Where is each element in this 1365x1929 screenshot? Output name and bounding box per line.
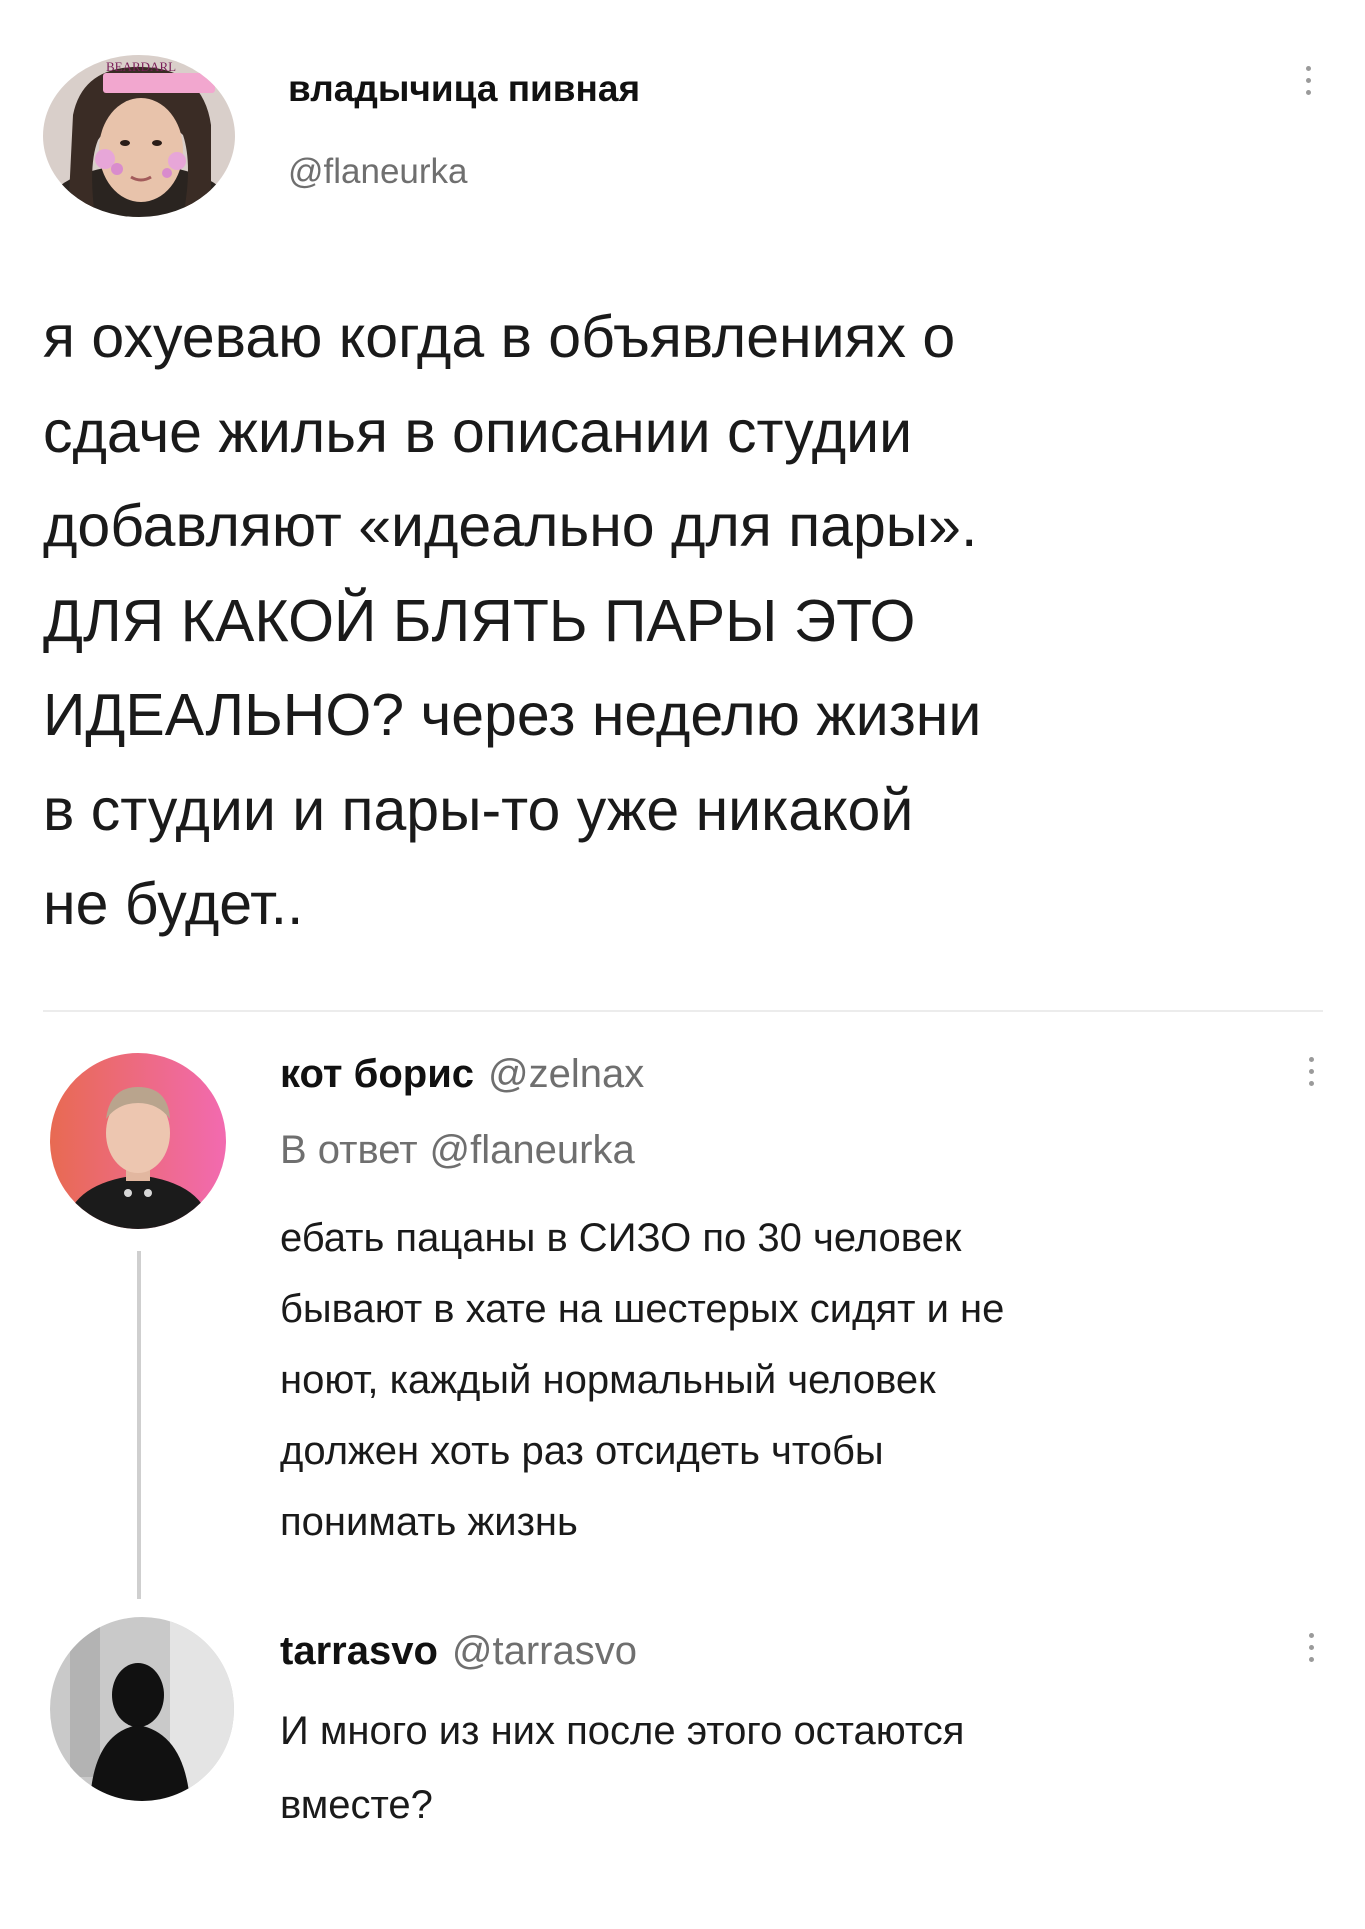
reply-text: И много из них после этого остаются вмес…: [280, 1694, 964, 1842]
reply-to-indicator: В ответ @flaneurka: [280, 1128, 635, 1173]
reply-text-line: должен хоть раз отсидеть чтобы: [280, 1429, 884, 1473]
author-avatar[interactable]: [43, 55, 235, 217]
reply-header: кот борис @zelnax: [280, 1052, 644, 1097]
reply-author-avatar[interactable]: [50, 1617, 234, 1801]
tweet-text: я охуеваю когда в объявлениях о сдаче жи…: [43, 290, 981, 952]
reply-author-avatar[interactable]: [50, 1053, 226, 1229]
tweet-text-line: в студии и пары-то уже никакой: [43, 776, 914, 843]
reply-text-line: вместе?: [280, 1783, 433, 1827]
author-name[interactable]: владычица пивная: [288, 68, 640, 110]
more-options-icon[interactable]: [1305, 1633, 1317, 1662]
author-handle[interactable]: @flaneurka: [288, 152, 468, 192]
reply-to-prefix: В ответ: [280, 1128, 418, 1172]
tweet-divider: [43, 1010, 1323, 1012]
thread-line: [137, 1251, 141, 1599]
tweet-text-line: сдаче жилья в описании студии: [43, 398, 913, 465]
reply-author-handle[interactable]: @zelnax: [488, 1052, 644, 1097]
reply-text-line: И много из них после этого остаются: [280, 1709, 965, 1753]
more-options-icon[interactable]: [1302, 66, 1314, 95]
reply-author-name[interactable]: кот борис: [280, 1052, 474, 1097]
tweet-text-line: не будет..: [43, 871, 304, 937]
more-options-icon[interactable]: [1305, 1057, 1317, 1086]
avatar-image: [50, 1617, 234, 1801]
tweet-text-line: добавляют «идеально для пары».: [43, 493, 978, 559]
avatar-image: [43, 55, 235, 217]
tweet-text-line: ИДЕАЛЬНО? через неделю жизни: [43, 682, 982, 748]
reply-text-line: бывают в хате на шестерых сидят и не: [280, 1287, 1005, 1331]
reply-text-line: понимать жизнь: [280, 1500, 578, 1544]
reply-text: ебать пацаны в СИЗО по 30 человек бывают…: [280, 1203, 1004, 1558]
reply-text-line: ноют, каждый нормальный человек: [280, 1358, 936, 1402]
tweet-text-line: я охуеваю когда в объявлениях о: [43, 304, 956, 370]
tweet-text-line: ДЛЯ КАКОЙ БЛЯТЬ ПАРЫ ЭТО: [43, 587, 916, 654]
reply-to-handle[interactable]: @flaneurka: [430, 1128, 635, 1173]
avatar-badge: BEARDARL: [106, 59, 177, 74]
reply-author-handle[interactable]: @tarrasvo: [452, 1629, 637, 1674]
reply-text-line: ебать пацаны в СИЗО по 30 человек: [280, 1216, 962, 1260]
avatar-image: [50, 1053, 226, 1229]
reply-header: tarrasvo @tarrasvo: [280, 1629, 637, 1674]
reply-author-name[interactable]: tarrasvo: [280, 1629, 438, 1674]
